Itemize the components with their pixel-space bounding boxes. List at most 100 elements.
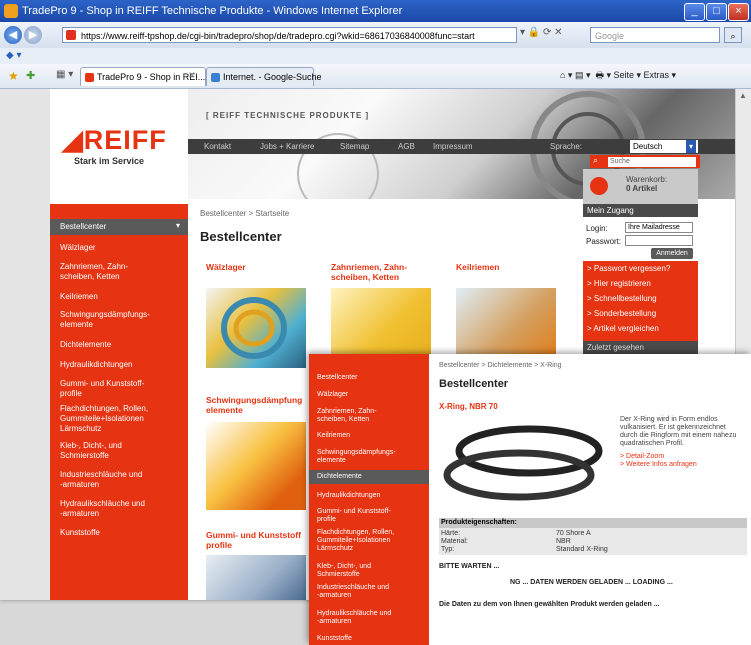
category-title-waelzlager[interactable]: Wälzlager — [206, 262, 246, 272]
site-search-input[interactable]: Suche — [608, 157, 696, 167]
close-tab-icon[interactable]: ✕ — [188, 70, 196, 81]
address-actions[interactable]: ▾ 🔒 ⟳ ✕ — [520, 27, 563, 38]
category-title-zahnriemen[interactable]: Zahnriemen, Zahn- scheiben, Ketten — [331, 262, 407, 282]
breadcrumb: Bestellcenter > Startseite — [200, 209, 290, 218]
forgot-password-link[interactable]: > Passwort vergessen? — [587, 264, 670, 273]
maximize-button[interactable]: □ — [706, 3, 727, 21]
left-menu-item[interactable]: Hydraulikdichtungen — [60, 360, 180, 370]
overlay-menu-item[interactable]: Gummi- und Kunststoff- profile — [317, 508, 425, 524]
prop-value: Standard X-Ring — [556, 546, 608, 553]
left-menu-item[interactable]: Schwingungsdämpfungs- elemente — [60, 310, 180, 330]
left-menu-item[interactable]: Industrieschläuche und -armaturen — [60, 470, 180, 490]
product-image-gummi[interactable] — [206, 555, 306, 600]
more-info-link[interactable]: > Weitere Infos anfragen — [620, 461, 697, 468]
scroll-up-icon[interactable]: ▲ — [739, 91, 747, 100]
quick-order-link[interactable]: > Schnellbestellung — [587, 294, 657, 303]
left-menu-item[interactable]: Hydraulikschläuche und -armaturen — [60, 499, 180, 519]
tab-label: Internet. - Google-Suche — [223, 72, 322, 82]
overlay-breadcrumb: Bestellcenter > Dichtelemente > X-Ring — [439, 362, 562, 369]
category-title-gummi[interactable]: Gummi- und Kunststoff profile — [206, 530, 301, 550]
overlay-menu-item[interactable]: Hydraulikdichtungen — [317, 492, 425, 500]
nav-buttons: ◀ ▶ — [4, 25, 44, 44]
overlay-menu-item[interactable]: Kleb-, Dicht-, und Schmierstoffe — [317, 563, 425, 579]
search-icon[interactable]: ⌕ — [593, 155, 598, 166]
product-image-waelzlager[interactable] — [206, 288, 306, 368]
nav-agb[interactable]: AGB — [398, 139, 415, 154]
left-menu-item[interactable]: Gummi- und Kunststoff- profile — [60, 379, 180, 399]
search-field[interactable]: Google — [590, 27, 720, 43]
reiff-logo[interactable]: ◢REIFF Stark im Service — [62, 125, 174, 175]
xring-graphic — [443, 425, 603, 501]
sprache-label: Sprache: — [550, 142, 583, 151]
register-link[interactable]: > Hier registrieren — [587, 279, 651, 288]
overlay-menu-item[interactable]: Keilriemen — [317, 432, 425, 440]
login-button[interactable]: Anmelden — [651, 248, 693, 259]
left-menu-item[interactable]: Flachdichtungen, Rollen, Gummiteile+Isol… — [60, 404, 180, 434]
overlay-menu-item[interactable]: Kunststoffe — [317, 635, 425, 643]
prop-label: Härte: — [441, 530, 461, 537]
nav-jobs[interactable]: Jobs + Karriere — [260, 139, 314, 154]
compare-link[interactable]: > Artikel vergleichen — [587, 324, 659, 333]
left-menu-item[interactable]: Kleb-, Dicht-, und Schmierstoffe — [60, 441, 180, 461]
forward-icon[interactable]: ▶ — [24, 26, 42, 44]
overlay-menu-item[interactable]: Zahnriemen, Zahn- scheiben, Ketten — [317, 408, 425, 424]
left-menu-item[interactable]: Zahnriemen, Zahn- scheiben, Ketten — [60, 262, 180, 282]
logo-tagline: Stark im Service — [74, 156, 145, 166]
login-input[interactable]: Ihre Mailadresse — [625, 222, 693, 233]
overlay-menu-item[interactable]: Dichtelemente — [317, 473, 425, 481]
password-input[interactable] — [625, 235, 693, 246]
left-menu-item[interactable]: Wälzlager — [60, 243, 180, 253]
tab-favicon — [211, 73, 220, 82]
overlay-menu-item[interactable]: Wälzlager — [317, 391, 425, 399]
cart-info: Warenkorb: 0 Artikel — [626, 175, 667, 193]
cart-label: Warenkorb: — [626, 175, 668, 184]
language-select[interactable]: Deutsch ▾ — [630, 140, 698, 153]
left-menu-item[interactable]: Dichtelemente — [60, 340, 180, 350]
nav-impressum[interactable]: Impressum — [433, 139, 473, 154]
product-description: Der X-Ring wird in Form endlos vulkanisi… — [620, 416, 737, 447]
nav-sitemap[interactable]: Sitemap — [340, 139, 369, 154]
command-bar-label[interactable]: Seite ▾ Extras ▾ — [614, 70, 677, 80]
window-title: TradePro 9 - Shop in REIFF Technische Pr… — [22, 5, 403, 17]
overlay-menu-item[interactable]: Bestellcenter — [317, 374, 425, 382]
quick-tabs-icon[interactable]: ▦ ▾ — [56, 69, 73, 80]
prop-value: NBR — [556, 538, 571, 545]
add-favorites-icon[interactable]: ✚ — [26, 69, 35, 82]
favorites-star-icon[interactable]: ◆ ▾ — [6, 50, 22, 61]
overlay-menu-item[interactable]: Industrieschläuche und -armaturen — [317, 584, 425, 600]
overlay-menu-item[interactable]: Hydraulikschläuche und -armaturen — [317, 610, 425, 626]
favorites-icon[interactable]: ★ — [8, 69, 19, 83]
password-label: Passwort: — [586, 237, 622, 246]
xring-image[interactable] — [439, 413, 614, 513]
left-menu-item[interactable]: Kunststoffe — [60, 528, 180, 538]
category-title-keilriemen[interactable]: Keilriemen — [456, 262, 499, 272]
close-button[interactable]: × — [728, 3, 749, 21]
bearing-image — [221, 297, 287, 359]
minimize-button[interactable]: _ — [684, 3, 705, 21]
loading-text: NG ... DATEN WERDEN GELADEN ... LOADING … — [510, 579, 673, 586]
category-title-schwingung[interactable]: Schwingungsdämpfung elemente — [206, 395, 302, 415]
title-bar: TradePro 9 - Shop in REIFF Technische Pr… — [0, 0, 751, 22]
tab-favicon — [85, 73, 94, 82]
header-title: [ REIFF TECHNISCHE PRODUKTE ] — [206, 111, 370, 120]
product-image-zahnriemen[interactable] — [331, 288, 431, 354]
ie-icon — [4, 4, 18, 18]
search-icon[interactable]: ⌕ — [724, 27, 742, 43]
product-image-keilriemen[interactable] — [456, 288, 556, 354]
back-icon[interactable]: ◀ — [4, 26, 22, 44]
command-bar[interactable]: ⌂ ▾ ▤ ▾ 🖶 ▾ Seite ▾ Extras ▾ — [560, 68, 676, 84]
recently-seen-header: Zuletzt gesehen — [583, 341, 698, 354]
left-menu-head[interactable]: Bestellcenter ▾ — [50, 219, 188, 235]
prop-label: Material: — [441, 538, 468, 545]
product-image-schwingung[interactable] — [206, 422, 306, 510]
tab-google[interactable]: Internet. - Google-Suche — [206, 67, 322, 86]
special-order-link[interactable]: > Sonderbestellung — [587, 309, 656, 318]
overlay-menu-item[interactable]: Schwingungsdämpfungs- elemente — [317, 449, 425, 465]
nav-kontakt[interactable]: Kontakt — [204, 139, 231, 154]
detail-zoom-link[interactable]: > Detail-Zoom — [620, 453, 664, 460]
overlay-menu-item[interactable]: Flachdichtungen, Rollen, Gummiteile+Isol… — [317, 529, 425, 553]
cart-count: 0 Artikel — [626, 184, 658, 193]
cart-icon[interactable] — [590, 177, 608, 195]
left-menu-item[interactable]: Keilriemen — [60, 292, 180, 302]
url-field[interactable]: https://www.reiff-tpshop.de/cgi-bin/trad… — [62, 27, 517, 43]
